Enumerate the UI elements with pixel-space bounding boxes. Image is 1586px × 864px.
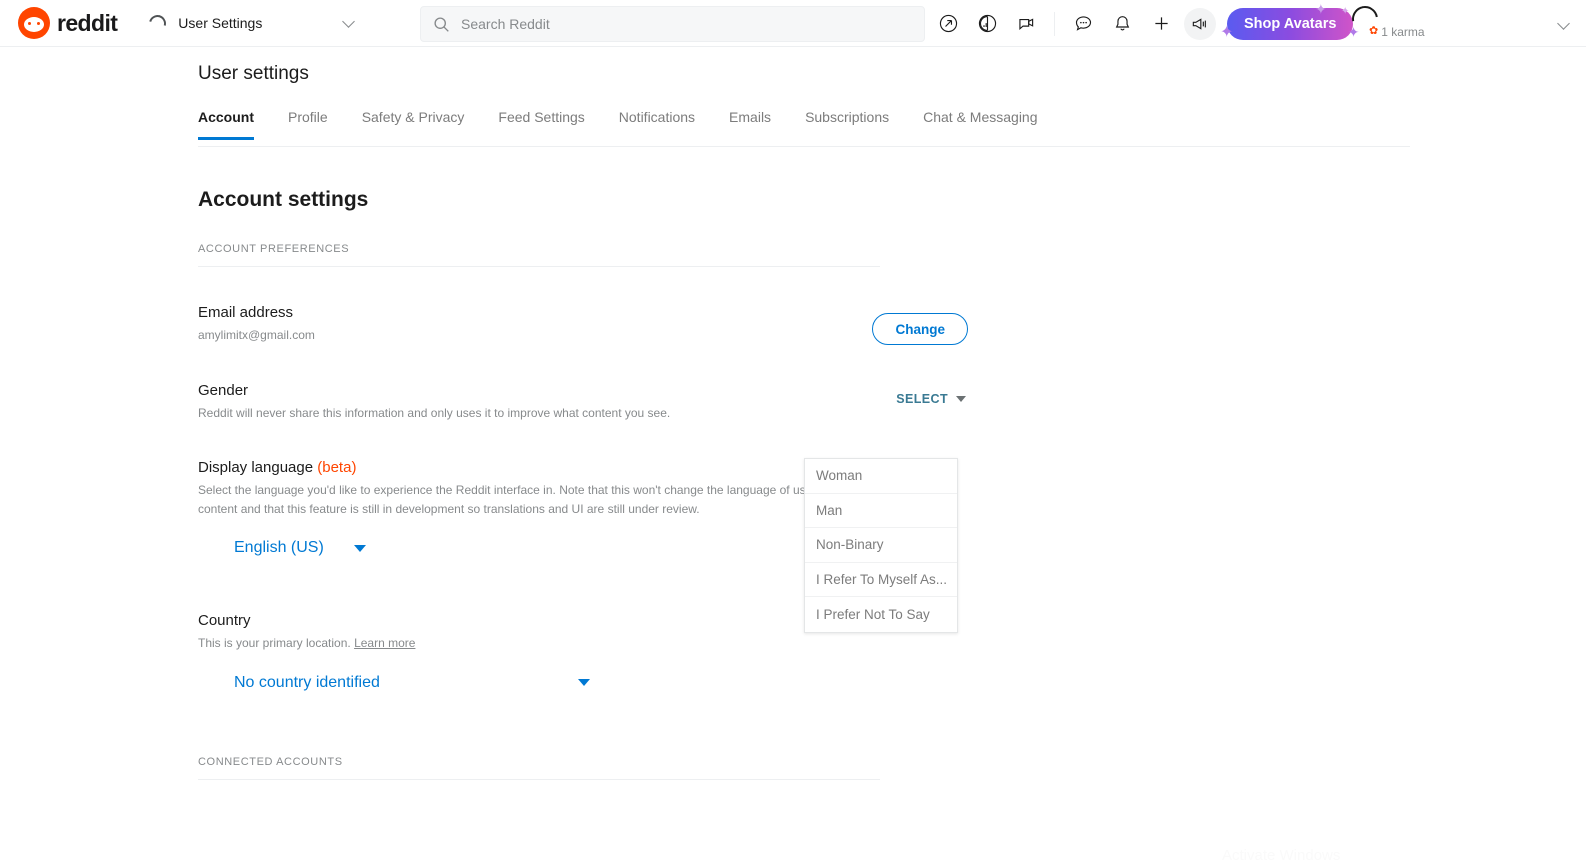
- chevron-down-icon: [578, 679, 590, 687]
- setting-row-email-address: Email address amylimitx@gmail.com Change: [198, 267, 968, 345]
- nav-icon-group: ✦ ✦ Shop Avatars ✦ ✦: [932, 0, 1359, 47]
- setting-row-country: Country This is your primary location. L…: [198, 557, 880, 692]
- gender-description: Reddit will never share this information…: [198, 405, 671, 420]
- change-email-button[interactable]: Change: [872, 313, 968, 345]
- tab-feed-settings[interactable]: Feed Settings: [498, 109, 584, 139]
- reddit-wordmark: reddit: [57, 9, 118, 36]
- notifications-bell-icon[interactable]: [1106, 8, 1138, 40]
- karma-display: ✿ 1 karma: [1369, 25, 1425, 39]
- page-title: User settings: [198, 63, 309, 84]
- tab-chat-messaging[interactable]: Chat & Messaging: [923, 109, 1037, 139]
- gender-option-woman[interactable]: Woman: [805, 459, 957, 494]
- reddit-home-link[interactable]: reddit: [18, 7, 118, 39]
- user-account-menu[interactable]: ✿ 1 karma: [1346, 0, 1425, 47]
- gender-option-prefer-not-to-say[interactable]: I Prefer Not To Say: [805, 597, 957, 632]
- chevron-down-icon: [342, 15, 356, 28]
- tab-subscriptions[interactable]: Subscriptions: [805, 109, 889, 139]
- popular-icon[interactable]: [932, 8, 964, 40]
- windows-activation-watermark: Activate Windows: [1222, 847, 1341, 864]
- trending-icon[interactable]: [971, 8, 1003, 40]
- display-language-select[interactable]: English (US): [234, 539, 880, 557]
- beta-badge: (beta): [317, 459, 357, 477]
- messages-icon[interactable]: [1067, 8, 1099, 40]
- country-description-text: This is your primary location.: [198, 636, 351, 651]
- email-address-value: amylimitx@gmail.com: [198, 328, 315, 342]
- country-description: This is your primary location. Learn mor…: [198, 634, 880, 653]
- nav-context-dropdown[interactable]: User Settings: [141, 5, 359, 41]
- section-title: Account settings: [198, 188, 369, 211]
- gender-select-label: SELECT: [896, 391, 948, 406]
- settings-tab-bar: Account Profile Safety & Privacy Feed Se…: [198, 109, 1410, 147]
- setting-row-gender: Gender Reddit will never share this info…: [198, 345, 966, 423]
- country-label: Country: [198, 612, 251, 630]
- settings-content: ACCOUNT PREFERENCES Email address amylim…: [198, 243, 968, 780]
- chat-rooms-icon[interactable]: [1010, 8, 1042, 40]
- search-icon: [434, 16, 449, 32]
- nav-divider: [1054, 11, 1055, 36]
- chevron-down-icon[interactable]: [1557, 17, 1570, 30]
- advertise-megaphone-icon[interactable]: [1184, 7, 1216, 40]
- gender-options-menu: Woman Man Non-Binary I Refer To Myself A…: [804, 458, 958, 633]
- search-placeholder: Search Reddit: [461, 16, 550, 32]
- gender-select-dropdown[interactable]: SELECT: [896, 392, 966, 406]
- tab-notifications[interactable]: Notifications: [619, 109, 695, 139]
- search-input[interactable]: Search Reddit: [420, 6, 925, 42]
- country-value: No country identified: [234, 673, 380, 691]
- tab-emails[interactable]: Emails: [729, 109, 771, 139]
- setting-row-display-language: Display language (beta) Select the langu…: [198, 422, 880, 557]
- gender-option-man[interactable]: Man: [805, 494, 957, 528]
- shop-avatars-button[interactable]: Shop Avatars: [1227, 7, 1354, 40]
- email-address-label: Email address: [198, 304, 294, 321]
- display-language-title-text: Display language: [198, 459, 314, 477]
- display-language-description: Select the language you'd like to experi…: [198, 483, 875, 516]
- group-header-connected-accounts: CONNECTED ACCOUNTS: [198, 756, 880, 780]
- gender-option-refer-to-myself-as[interactable]: I Refer To Myself As...: [805, 563, 957, 597]
- tab-account[interactable]: Account: [198, 109, 254, 140]
- display-language-label: Display language (beta): [198, 459, 880, 476]
- settings-page: User settings Account Profile Safety & P…: [0, 47, 1586, 864]
- tab-profile[interactable]: Profile: [288, 109, 328, 139]
- reddit-logo-icon: [18, 7, 50, 39]
- chevron-down-icon: [956, 395, 966, 402]
- loading-spinner-icon: [146, 11, 170, 35]
- display-language-value: English (US): [234, 539, 324, 557]
- shop-avatars-container: ✦ ✦ Shop Avatars ✦ ✦: [1220, 1, 1359, 41]
- chevron-down-icon: [354, 544, 366, 552]
- gender-option-non-binary[interactable]: Non-Binary: [805, 528, 957, 563]
- top-navigation-bar: reddit User Settings Search Reddit ✦ ✦ S…: [0, 0, 1586, 47]
- gender-label: Gender: [198, 381, 249, 399]
- nav-context-label: User Settings: [178, 15, 263, 31]
- country-learn-more-link[interactable]: Learn more: [354, 636, 415, 650]
- create-post-plus-icon[interactable]: [1145, 8, 1177, 40]
- group-header-account-preferences: ACCOUNT PREFERENCES: [198, 243, 880, 267]
- country-select[interactable]: No country identified: [234, 674, 880, 692]
- karma-value: 1 karma: [1381, 24, 1425, 39]
- tab-safety-privacy[interactable]: Safety & Privacy: [362, 109, 465, 139]
